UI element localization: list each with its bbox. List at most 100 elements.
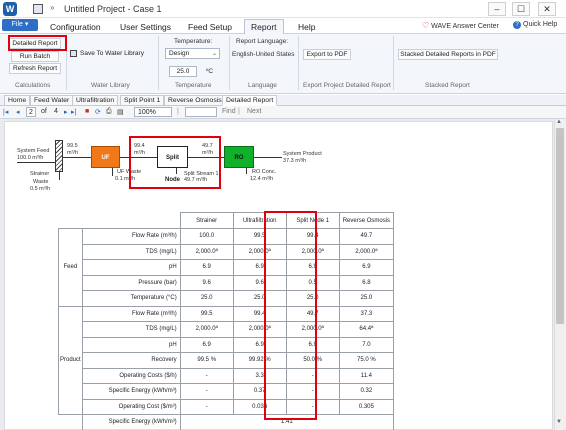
doc-tab-ultrafiltration[interactable]: Ultrafiltration <box>72 95 119 106</box>
table-cell: 37.3 <box>338 305 395 322</box>
previous-page-icon[interactable]: ◂ <box>16 108 20 116</box>
refresh-icon[interactable]: ⟳ <box>95 108 101 116</box>
tab-report[interactable]: Report <box>244 19 284 35</box>
close-button[interactable]: ✕ <box>538 2 556 16</box>
quick-access-arrow-icon[interactable]: » <box>50 3 54 12</box>
table-cell: 2,000.0ª <box>285 321 340 338</box>
stop-icon[interactable]: ■ <box>85 108 89 115</box>
scroll-up-icon[interactable]: ▲ <box>556 119 562 125</box>
table-cell: 99.92 % <box>232 352 287 369</box>
export-group-label: Export Project Detailed Report <box>303 82 391 89</box>
table-cell: 2,000.0ª <box>232 243 287 260</box>
last-page-icon[interactable]: ▸| <box>71 108 76 116</box>
table-row: Feed Flow Rate (m³/h) 100.0 99.5 99.4 49… <box>58 228 395 307</box>
tab-configuration[interactable]: Configuration <box>44 20 107 34</box>
table-cell: 2,000.0ª <box>232 321 287 338</box>
scrollbar-thumb[interactable] <box>556 128 564 324</box>
uf-waste-line <box>112 168 113 176</box>
report-language-select[interactable]: English-United States <box>232 51 295 58</box>
temperature-unit: ºC <box>206 68 214 75</box>
uf-waste-label: UF Waste <box>117 169 142 175</box>
run-batch-button[interactable]: Run Batch <box>11 51 59 62</box>
stacked-detailed-reports-button[interactable]: Stacked Detailed Reports in PDF <box>398 49 498 60</box>
ribbon-separator <box>393 36 394 90</box>
table-cell: 2,000.0ª <box>179 321 234 338</box>
temperature-group-label: Temperature <box>175 82 212 89</box>
wave-answer-center-link[interactable]: ♡ WAVE Answer Center <box>422 21 499 30</box>
doc-tab-reverse-osmosis[interactable]: Reverse Osmosis <box>164 95 226 106</box>
strainer-out-unit: m³/h <box>67 150 78 156</box>
print-icon[interactable]: ⎙ <box>106 108 112 116</box>
doc-tab-detailed-report[interactable]: Detailed Report <box>222 95 278 106</box>
print-layout-icon[interactable]: ▤ <box>117 108 124 116</box>
total-pages-label: 4 <box>54 108 58 115</box>
table-cell: 2,000.0ª <box>338 243 395 260</box>
language-group-label: Language <box>248 82 277 89</box>
maximize-button[interactable]: ☐ <box>512 2 530 16</box>
split-node-box[interactable]: Split Node <box>157 146 188 183</box>
temperature-mode-select[interactable]: Design ⌄ <box>165 48 220 59</box>
calculations-group-label: Calculations <box>15 82 51 89</box>
table-cell: 0.5 <box>285 274 340 291</box>
table-row: TDS (mg/L) 2,000.0ª 2,000.0ª 2,000.0ª 2,… <box>59 243 395 260</box>
tab-help[interactable]: Help <box>292 20 321 34</box>
ro-conc-value: 12.4 m³/h <box>250 176 274 182</box>
detailed-report-button[interactable]: Detailed Report <box>9 38 61 49</box>
help-icon: ? <box>513 21 521 29</box>
tab-user-settings[interactable]: User Settings <box>114 20 177 34</box>
save-to-water-library-label: Save To Water Library <box>80 50 144 57</box>
zoom-select[interactable]: 100% <box>134 107 172 117</box>
doc-tab-split-point-1[interactable]: Split Point 1 <box>120 95 165 106</box>
product-group-label: Product <box>58 305 83 415</box>
feed-group-label: Feed <box>58 228 83 307</box>
table-cell: 0.32 <box>338 383 395 400</box>
table-cell: - <box>285 367 340 384</box>
table-cell: - <box>179 398 234 415</box>
export-to-pdf-button[interactable]: Export to PDF <box>303 49 351 60</box>
table-cell: 2,000.0ª <box>285 243 340 260</box>
row-label: Pressure (bar) <box>81 274 181 291</box>
app-logo-icon[interactable]: W <box>3 2 17 16</box>
table-cell: 6.9 <box>285 259 340 276</box>
table-cell: 7.0 <box>338 336 395 353</box>
doc-tab-home[interactable]: Home <box>4 95 31 106</box>
next-page-icon[interactable]: ▸ <box>64 108 68 116</box>
doc-tab-feed-water[interactable]: Feed Water <box>30 95 74 106</box>
minimize-button[interactable]: – <box>488 2 506 16</box>
table-cell: 25.0 <box>285 290 340 307</box>
tab-feed-setup[interactable]: Feed Setup <box>182 20 238 34</box>
footer-blank <box>59 415 83 430</box>
temperature-input[interactable]: 25.0 <box>169 66 197 77</box>
table-header-row: Strainer Ultrafiltration Split Node 1 Re… <box>59 212 395 229</box>
save-to-water-library-button[interactable]: Save To Water Library <box>70 49 156 60</box>
waste-label: Waste <box>33 179 49 185</box>
uf-out-value: 99.4 <box>134 143 145 149</box>
table-row: pH 6.9 6.9 6.9 7.0 <box>59 336 395 353</box>
table-cell: 2,000.0ª <box>179 243 234 260</box>
find-next-button[interactable]: Next <box>247 108 261 115</box>
table-cell: 49.7 <box>285 305 340 322</box>
find-input[interactable] <box>185 107 217 117</box>
quick-help-link[interactable]: ? Quick Help <box>513 21 557 29</box>
split-stream-value: 49.7 m³/h <box>184 177 208 183</box>
first-page-icon[interactable]: |◂ <box>3 108 8 116</box>
ro-unit-box[interactable]: RO <box>224 146 254 168</box>
refresh-report-button[interactable]: Refresh Report <box>9 63 61 74</box>
table-cell: 99.5 <box>232 228 287 245</box>
find-button[interactable]: Find <box>222 108 236 115</box>
table-row: Specific Energy (kWh/m³) 1.41 <box>59 414 395 430</box>
row-label: TDS (mg/L) <box>81 243 181 260</box>
page-number-input[interactable]: 2 <box>26 107 36 117</box>
uf-unit-box[interactable]: UF <box>91 146 120 168</box>
row-label: Operating Cost ($/m³) <box>81 398 181 415</box>
save-icon[interactable] <box>33 4 43 14</box>
ro-product-line <box>254 157 282 158</box>
waste-line <box>59 172 60 180</box>
total-specific-energy-value: 1.41 <box>179 414 395 430</box>
table-cell: 75.0 % <box>338 352 395 369</box>
page-of-label: of <box>41 108 47 115</box>
row-label: Specific Energy (kWh/m³) <box>81 383 181 400</box>
file-menu-button[interactable]: File ▾ <box>2 19 38 31</box>
uf-out-unit: m³/h <box>134 150 145 156</box>
scroll-down-icon[interactable]: ▼ <box>556 419 562 425</box>
